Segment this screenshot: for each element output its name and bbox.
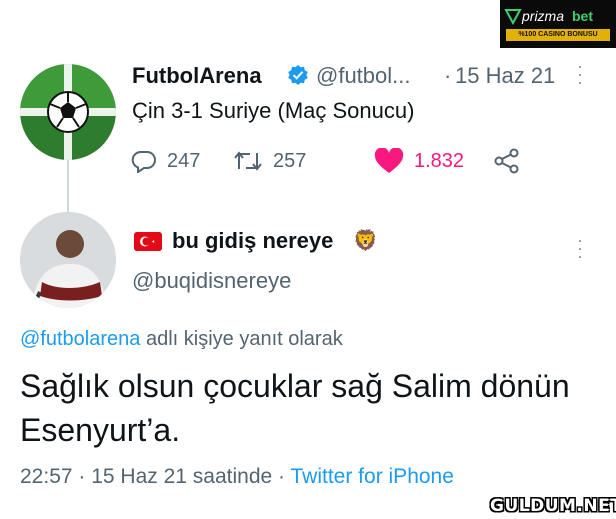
tweet-time[interactable]: 22:57 — [20, 465, 73, 488]
tweet-date[interactable]: 15 Haz 21 — [455, 63, 555, 89]
football-logo-icon — [20, 64, 116, 160]
more-options-icon[interactable]: · · · — [575, 231, 585, 265]
reply-count: 247 — [167, 149, 201, 172]
prizmabet-logo: prizma bet — [504, 8, 593, 26]
retweet-button[interactable]: 257 — [233, 146, 306, 176]
prizmabet-ad[interactable]: prizma bet %100 CASINO BONUSU — [500, 0, 616, 48]
thread-connector-line — [67, 160, 69, 212]
tweet-text: Sağlık olsun çocuklar sağ Salim dönün Es… — [20, 368, 570, 448]
retweet-count: 257 — [273, 149, 307, 172]
retweet-icon — [234, 151, 262, 171]
tweet-source-link[interactable]: Twitter for iPhone — [291, 465, 454, 488]
author-handle[interactable]: @buqidisnereye — [132, 268, 291, 294]
like-button[interactable]: 1.832 — [374, 146, 464, 176]
turkey-flag-icon — [134, 232, 162, 251]
site-watermark: GULDUM.NET — [490, 496, 616, 516]
user-avatar[interactable] — [20, 212, 116, 308]
person-photo-icon — [20, 212, 116, 308]
more-options-icon[interactable]: · · · — [575, 57, 585, 91]
author-name[interactable]: bu gidiş nereye — [172, 228, 333, 254]
author-name[interactable]: FutbolArena — [132, 63, 262, 89]
meta-separator: · — [72, 465, 92, 488]
meta-separator: · — [272, 465, 291, 488]
share-button[interactable] — [493, 146, 531, 176]
tweet-text: Çin 3-1 Suriye (Maç Sonucu) — [132, 98, 415, 123]
reply-prefix-text: adlı kişiye yanıt olarak — [140, 328, 343, 350]
lion-emoji-icon: 🦁 — [353, 230, 378, 252]
verified-badge-icon — [288, 65, 308, 85]
heart-icon — [374, 148, 404, 173]
author-handle[interactable]: @futbol... — [316, 63, 411, 89]
futbolarena-avatar[interactable] — [20, 64, 116, 160]
ad-brand-part2: bet — [572, 8, 593, 24]
tweet-date[interactable]: 15 Haz 21 saatinde — [91, 465, 272, 488]
ad-brand-part1: prizma — [521, 8, 564, 24]
tweet-meta: 22:57 · 15 Haz 21 saatinde · Twitter for… — [20, 465, 454, 489]
reply-mention-link[interactable]: @futbolarena — [20, 328, 140, 350]
share-icon — [494, 148, 519, 174]
ad-tagline: %100 CASINO BONUSU — [506, 29, 610, 41]
like-count: 1.832 — [414, 149, 465, 172]
reply-button[interactable]: 247 — [131, 146, 200, 176]
reply-icon — [131, 151, 156, 173]
replying-to-line: @futbolarena adlı kişiye yanıt olarak — [20, 328, 343, 351]
separator-dot: · — [444, 63, 452, 88]
